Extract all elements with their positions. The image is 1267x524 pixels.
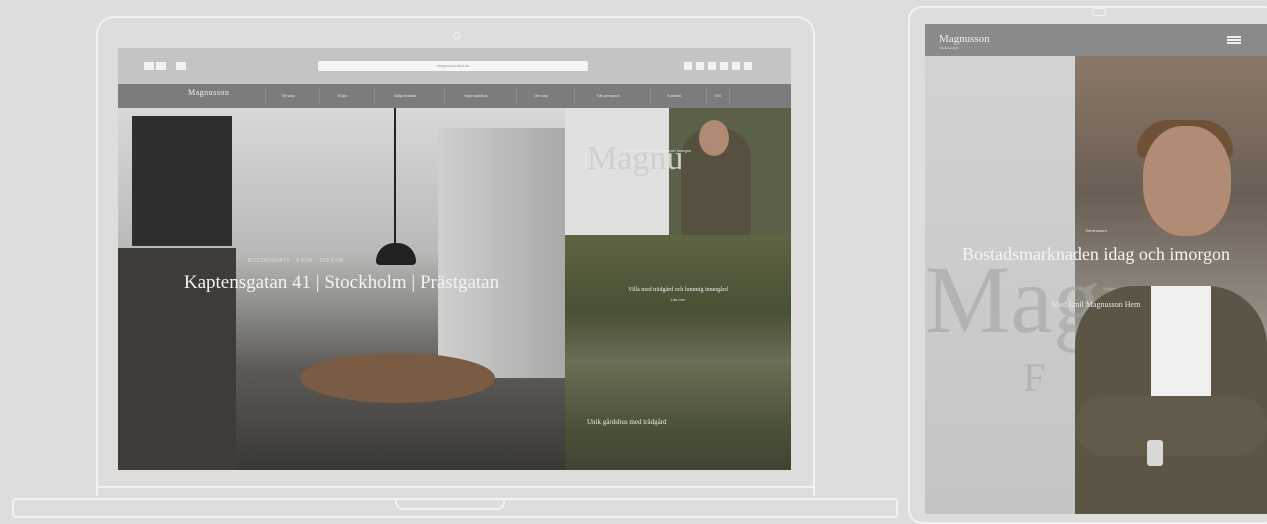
tablet-header: Magnusson Fastighetsbyrå [925, 24, 1267, 56]
hero-photo-lamp-cord [394, 108, 396, 248]
hero-kicker: BOSTADSRÄTT · 4 ROK · 168 KVM [248, 258, 344, 264]
toolbar-icon[interactable] [744, 62, 752, 70]
site-logo[interactable]: Magnusson [188, 88, 229, 97]
watch-icon [1147, 440, 1163, 466]
nav-item-language[interactable]: EN [706, 88, 730, 104]
tile-caption: Unik gårdshus med trädgård [587, 418, 667, 426]
laptop-screen: magnussonfast.se Magnusson Till salu Köp… [118, 48, 791, 470]
promo-tile-seminar[interactable]: Magnusson Bostadsmarknaden idag och imor… [565, 108, 791, 235]
reload-icon[interactable] [176, 62, 186, 70]
hero-photo-wall [438, 128, 565, 378]
nav-item[interactable]: Till salu [265, 88, 310, 104]
tablet-logo-subtitle: Fastighetsbyrå [939, 46, 959, 50]
laptop-camera-icon [453, 32, 460, 39]
address-text: magnussonfast.se [436, 63, 470, 68]
hero-slideshow[interactable]: BOSTADSRÄTT · 4 ROK · 168 KVM Kapten­sga… [118, 108, 565, 470]
hamburger-menu-icon[interactable] [1227, 36, 1241, 44]
nav-item[interactable]: Om oss [516, 88, 565, 104]
promo-tile-garden[interactable]: Unik gårdshus med trädgård [565, 363, 791, 470]
forward-icon[interactable] [156, 62, 166, 70]
hero-photo-table [300, 353, 495, 403]
address-bar[interactable]: magnussonfast.se [318, 61, 588, 71]
hero-title[interactable]: Kapten­sgatan 41 | Stockholm | Prästgata… [118, 272, 565, 294]
back-icon[interactable] [144, 62, 154, 70]
browser-toolbar: magnussonfast.se [118, 48, 791, 84]
tablet-photo-face [1143, 126, 1231, 236]
toolbar-icon[interactable] [708, 62, 716, 70]
laptop-hinge [98, 486, 813, 498]
promo-tile-villa[interactable]: Villa med trädgård och lummig innergård … [565, 235, 791, 363]
nav-item[interactable]: Köpa [319, 88, 365, 104]
lamp-icon [376, 243, 416, 265]
tablet-hero-title[interactable]: Bostadsmarknaden idag och imorgon [925, 244, 1267, 264]
tablet-hero-kicker: Seminarium [1085, 228, 1107, 233]
toolbar-icon[interactable] [720, 62, 728, 70]
toolbar-icon[interactable] [696, 62, 704, 70]
tablet-hero-subtitle: Med Emil Magnusson Hem [1051, 300, 1141, 309]
nav-item[interactable]: Vår personal [574, 88, 641, 104]
tablet-watermark-letter: F [1023, 355, 1046, 400]
nav-item[interactable]: Sälja bostad [374, 88, 435, 104]
tablet-camera-icon [1092, 8, 1106, 16]
tablet-logo[interactable]: Magnusson [939, 33, 990, 45]
nav-item[interactable]: Kontakt [650, 88, 697, 104]
tile-link[interactable]: Läs mer [565, 297, 791, 302]
site-navigation: Magnusson Till salu Köpa Sälja bostad Ny… [118, 84, 791, 108]
toolbar-icon[interactable] [684, 62, 692, 70]
tablet-screen: Magn F Magnusson Fastighetsbyrå Seminari… [925, 24, 1267, 514]
hero-photo-cabinet [132, 116, 232, 246]
tile-caption: Villa med trädgård och lummig innergård [628, 287, 728, 293]
laptop-notch [395, 498, 505, 510]
nav-item[interactable]: Nyproduktion [444, 88, 507, 104]
tile-caption: Bostadsmarknaden idag och imorgon [625, 148, 692, 153]
toolbar-icon[interactable] [732, 62, 740, 70]
tablet-photo-arms [1075, 396, 1267, 456]
